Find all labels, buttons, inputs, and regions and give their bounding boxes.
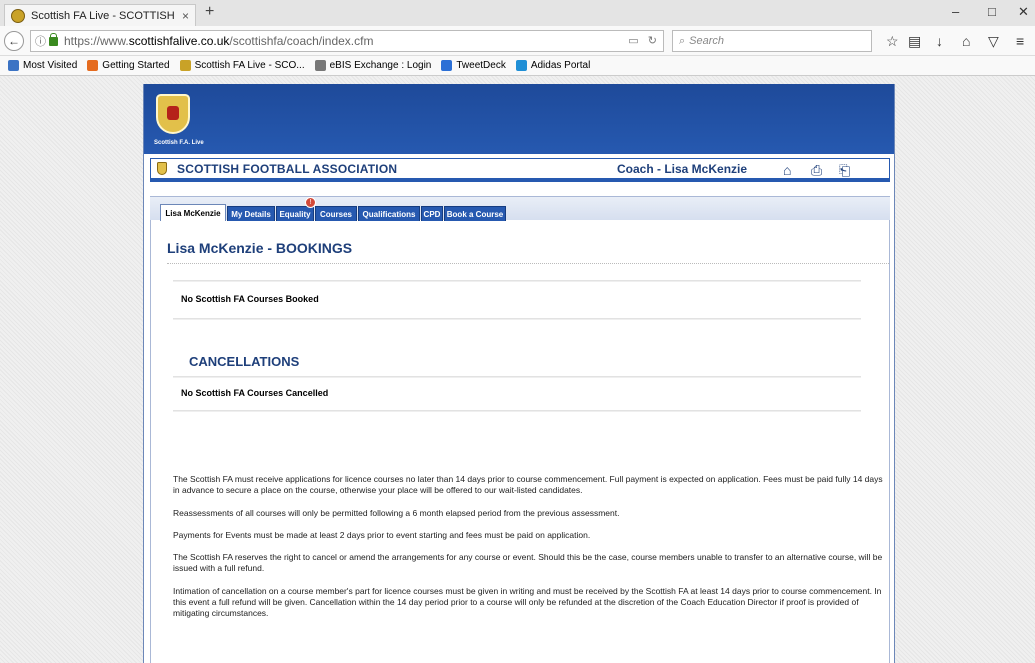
bookmark-icon [314,60,326,71]
bookings-panel: Lisa McKenzie - BOOKINGS No Scottish FA … [150,220,890,663]
tab-equality[interactable]: Equality [276,206,314,221]
bookmark-item[interactable]: TweetDeck [441,60,506,71]
coach-name: Coach - Lisa McKenzie [617,161,748,176]
bookmark-icon [179,60,191,71]
term-paragraph: Reassessments of all courses will only b… [173,508,620,518]
close-window-icon[interactable]: ✕ [1018,4,1029,20]
minimize-icon[interactable]: – [952,4,959,19]
term-paragraph: The Scottish FA reserves the right to ca… [173,552,883,573]
address-bar[interactable]: ⓘ https://www.scottishfalive.co.uk/scott… [30,30,664,52]
bookmark-label: Scottish FA Live - SCO... [194,60,305,71]
home-icon[interactable]: ⌂ [962,33,970,49]
bookmark-icon [87,60,99,71]
search-placeholder: Search [689,35,725,47]
divider [173,318,861,320]
bookmark-label: eBIS Exchange : Login [329,60,432,71]
home-icon[interactable]: ⌂ [783,162,791,178]
bookmark-label: TweetDeck [456,60,506,71]
crest-label: Scottish F.A. Live [154,140,204,146]
bookmark-item[interactable]: Most Visited [8,60,77,71]
bookmark-icon [515,60,527,71]
back-arrow-icon[interactable]: ← [4,31,24,51]
url-text: https://www.scottishfalive.co.uk/scottis… [64,34,374,48]
browser-tab[interactable]: Scottish FA Live - SCOTTISH × [4,4,196,26]
association-title-bar: SCOTTISH FOOTBALL ASSOCIATION Coach - Li… [150,158,890,182]
bookmark-icon [8,60,19,71]
search-input[interactable]: ⌕ Search [672,30,872,52]
divider [173,280,861,282]
tab-lisa-mckenzie[interactable]: Lisa McKenzie [160,204,226,221]
small-crest-icon [157,162,167,175]
divider [173,376,861,378]
org-name: SCOTTISH FOOTBALL ASSOCIATION [177,161,398,176]
heading-divider [167,263,889,264]
maximize-icon[interactable]: □ [988,4,996,19]
browser-tab-title: Scottish FA Live - SCOTTISH [31,9,175,22]
term-paragraph: Intimation of cancellation on a course m… [173,586,882,618]
bookmark-icon [441,60,453,71]
menu-icon[interactable]: ≡ [1016,33,1024,49]
tab-cpd[interactable]: CPD [421,206,443,221]
print-icon[interactable]: ⎙ [811,162,822,179]
site-header-banner: Scottish F.A. Live [144,84,894,154]
tab-book-a-course[interactable]: Book a Course [444,206,506,221]
no-bookings-text: No Scottish FA Courses Booked [181,294,319,304]
reader-reload-icons[interactable]: ▭ ↻ [628,34,657,47]
bookmark-label: Adidas Portal [530,60,591,71]
bookmark-label: Getting Started [102,60,170,71]
bookmark-star-icon[interactable]: ☆ [886,33,899,50]
notification-badge: ! [305,197,316,208]
no-cancellations-text: No Scottish FA Courses Cancelled [181,388,329,398]
bookmarks-library-icon[interactable]: ▤ [908,33,921,50]
bookmark-item[interactable]: eBIS Exchange : Login [314,60,432,71]
browser-tab-bar: Scottish FA Live - SCOTTISH × + – □ ✕ [0,0,1035,26]
close-tab-icon[interactable]: × [182,9,189,23]
tab-my-details[interactable]: My Details [227,206,275,221]
site-container: Scottish F.A. Live SCOTTISH FOOTBALL ASS… [143,84,895,663]
pocket-icon[interactable]: ▽ [988,33,999,50]
tab-qualifications[interactable]: Qualifications [358,206,420,221]
logout-icon[interactable]: ⎗ [839,162,850,179]
lock-icon [49,32,58,46]
bookmark-item[interactable]: Adidas Portal [515,60,591,71]
tab-courses[interactable]: Courses [315,206,357,221]
term-paragraph: Payments for Events must be made at leas… [173,530,591,540]
divider [173,410,861,412]
page-background: Scottish F.A. Live SCOTTISH FOOTBALL ASS… [0,76,1035,663]
scottish-fa-crest-icon[interactable] [156,94,190,134]
info-icon[interactable]: ⓘ [35,33,46,49]
page-title: Lisa McKenzie - BOOKINGS [167,240,353,256]
search-icon: ⌕ [679,34,686,47]
cancellations-heading: CANCELLATIONS [189,354,300,369]
bookmarks-toolbar: Most Visited Getting Started Scottish FA L… [0,56,1035,76]
bookmark-label: Most Visited [23,60,78,71]
scottish-fa-favicon-icon [11,8,25,23]
new-tab-button[interactable]: + [205,3,214,21]
browser-nav-bar: ← ⓘ https://www.scottishfalive.co.uk/sco… [0,26,1035,56]
term-paragraph: The Scottish FA must receive application… [173,474,883,495]
bookmark-item[interactable]: Scottish FA Live - SCO... [179,60,305,71]
download-icon[interactable]: ↓ [936,33,943,49]
bookmark-item[interactable]: Getting Started [87,60,170,71]
profile-tabs: Book a Course CPD Qualifications Courses Equ… [150,196,890,221]
